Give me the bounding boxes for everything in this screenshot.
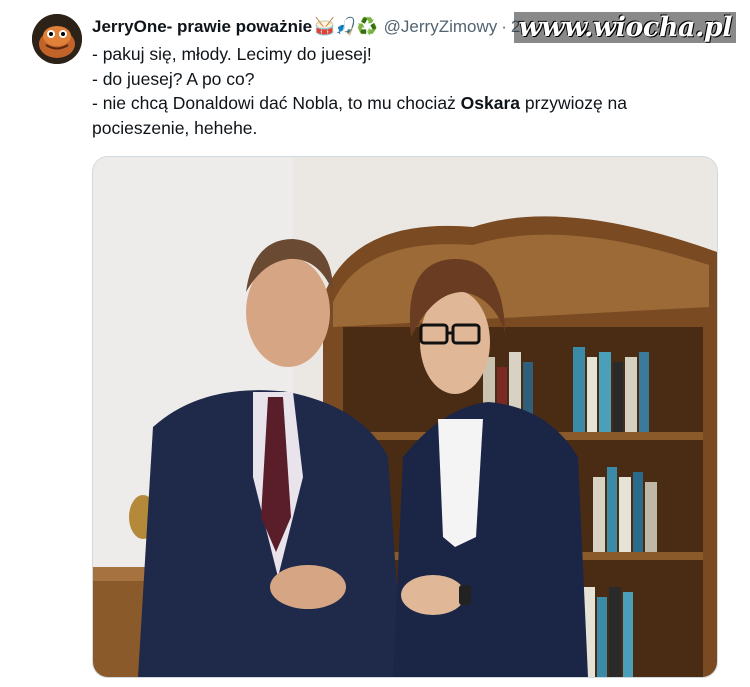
display-name[interactable]: JerryOne- prawie poważnie [92,17,312,37]
site-watermark: www.wiocha.pl [514,12,736,43]
avatar[interactable] [32,14,82,64]
name-emojis: 🥁🎣♻️ [314,17,378,36]
tweet-text: - pakuj się, młody. Lecimy do juesej! - … [92,42,722,140]
tweet-line: - nie chcą Donaldowi dać Nobla, to mu ch… [92,91,722,140]
user-handle[interactable]: @JerryZimowy [384,17,498,37]
separator-dot: · [501,17,507,36]
tweet-line-part: - nie chcą Donaldowi dać Nobla, to mu ch… [92,93,461,113]
photo-illustration [93,157,717,677]
tweet-photo[interactable] [92,156,718,678]
tweet-bold-word: Oskara [460,93,521,113]
tweet[interactable]: JerryOne- prawie poważnie 🥁🎣♻️ @JerryZim… [0,0,750,687]
tweet-header: JerryOne- prawie poważnie 🥁🎣♻️ @JerryZim… [92,14,520,40]
tweet-line: - do juesej? A po co? [92,68,255,89]
tweet-line: - pakuj się, młody. Lecimy do juesej! [92,44,372,64]
